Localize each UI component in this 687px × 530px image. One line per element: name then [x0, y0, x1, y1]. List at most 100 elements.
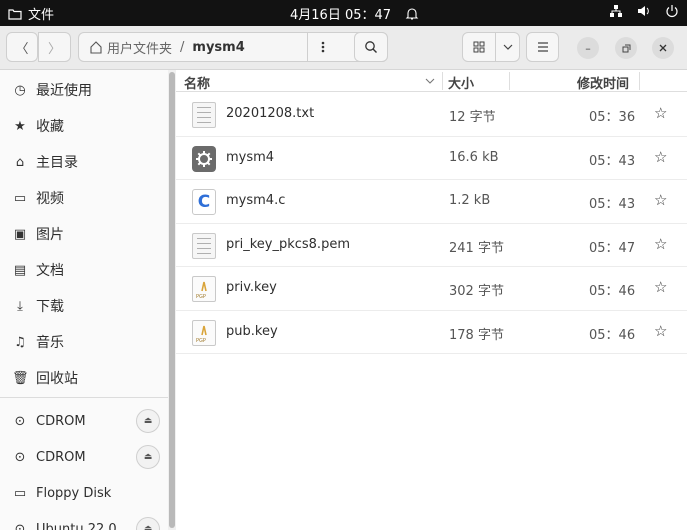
star-icon[interactable]: ☆	[654, 322, 667, 340]
main-menu-button[interactable]	[526, 32, 559, 62]
file-modified: 05：46	[589, 284, 636, 299]
sidebar-item-home[interactable]: ⌂ 主目录	[0, 144, 168, 180]
sidebar-item-label: Floppy Disk	[36, 485, 112, 501]
document-icon: ▤	[13, 262, 27, 278]
file-row[interactable]: PGP priv.key 302 字节 05：46 ☆	[176, 267, 687, 311]
sidebar-item-floppy[interactable]: ▭ Floppy Disk	[0, 475, 168, 511]
trash-icon: 🗑	[12, 370, 29, 386]
maximize-button[interactable]	[615, 37, 637, 59]
sidebar-item-label: 最近使用	[36, 83, 92, 99]
scrollbar-thumb[interactable]	[169, 72, 175, 528]
column-divider	[442, 72, 443, 90]
file-modified: 05：46	[589, 327, 636, 343]
sort-chevron-icon	[425, 78, 435, 84]
bell-icon	[405, 7, 419, 20]
network-icon	[610, 5, 622, 17]
grid-icon	[473, 41, 485, 53]
sidebar-item-ubuntu[interactable]: ⊙ Ubuntu 22.0 ⏏	[0, 511, 168, 530]
file-row[interactable]: pri_key_pkcs8.pem 241 字节 05：47 ☆	[176, 224, 687, 267]
path-menu-button[interactable]	[307, 32, 337, 62]
sidebar-item-label: Ubuntu 22.0	[36, 521, 117, 530]
header-bar: 〈 〉 用户文件夹 / mysm4 –	[0, 26, 687, 70]
video-icon: ▭	[13, 190, 27, 206]
search-button[interactable]	[354, 32, 388, 62]
file-name: mysm4	[226, 149, 275, 165]
file-row[interactable]: PGP pub.key 178 字节 05：46 ☆	[176, 311, 687, 354]
column-divider	[639, 72, 640, 90]
file-modified: 05：47	[589, 240, 636, 256]
chevron-down-icon	[503, 44, 512, 50]
file-row[interactable]: mysm4 16.6 kB 05：43 ☆	[176, 137, 687, 180]
column-size[interactable]: 大小	[448, 73, 474, 92]
sidebar: ◷ 最近使用 ★ 收藏 ⌂ 主目录 ▭ 视频 ▣ 图片 ▤ 文档 ⤓ 下载 ♫ …	[0, 70, 168, 530]
sidebar-item-cdrom-1[interactable]: ⊙ CDROM ⏏	[0, 403, 168, 439]
sidebar-item-recent[interactable]: ◷ 最近使用	[0, 72, 168, 108]
hamburger-icon	[537, 42, 548, 52]
back-button[interactable]: 〈	[6, 32, 38, 62]
disc-icon: ⊙	[14, 413, 26, 429]
sidebar-item-cdrom-2[interactable]: ⊙ CDROM ⏏	[0, 439, 168, 475]
search-icon	[365, 41, 377, 53]
key-icon	[201, 281, 207, 292]
column-name[interactable]: 名称	[184, 73, 210, 92]
minimize-button[interactable]: –	[577, 37, 599, 59]
close-button[interactable]	[652, 37, 674, 59]
key-icon	[201, 325, 207, 335]
app-name: 文件	[28, 8, 55, 23]
file-list: 名称 大小 修改时间 20201208.txt 12 字节 05：36 ☆ my…	[176, 70, 687, 530]
key-file-label: PGP	[196, 337, 206, 344]
image-icon: ▣	[13, 226, 27, 242]
activities-app-menu[interactable]: 文件	[8, 4, 54, 23]
file-size: 12 字节	[449, 110, 496, 125]
file-name: mysm4.c	[226, 193, 286, 208]
eject-button[interactable]: ⏏	[136, 409, 160, 433]
home-icon	[90, 41, 102, 54]
file-name: priv.key	[226, 280, 277, 295]
system-tray[interactable]	[609, 4, 679, 18]
datetime: 4月16日 05：47	[290, 8, 392, 23]
column-divider	[509, 72, 510, 90]
file-row[interactable]: C mysm4.c 1.2 kB 05：43 ☆	[176, 180, 687, 224]
path-home[interactable]: 用户文件夹	[89, 38, 172, 57]
view-options-button[interactable]	[495, 32, 520, 62]
path-separator: /	[180, 39, 185, 55]
close-icon	[659, 44, 667, 52]
sidebar-item-trash[interactable]: 🗑 回收站	[0, 360, 168, 396]
view-grid-button[interactable]	[462, 32, 496, 62]
star-icon[interactable]: ☆	[654, 191, 667, 209]
forward-button[interactable]: 〉	[38, 32, 71, 62]
key-file-icon: PGP	[192, 276, 216, 302]
sidebar-item-pictures[interactable]: ▣ 图片	[0, 216, 168, 252]
volume-icon	[638, 6, 649, 16]
sidebar-item-starred[interactable]: ★ 收藏	[0, 108, 168, 144]
c-source-icon: C	[192, 189, 216, 215]
power-icon	[666, 5, 678, 18]
path-home-label: 用户文件夹	[107, 41, 173, 57]
eject-button[interactable]: ⏏	[136, 517, 160, 530]
sidebar-item-music[interactable]: ♫ 音乐	[0, 324, 168, 360]
sidebar-item-downloads[interactable]: ⤓ 下载	[0, 288, 168, 324]
column-modified[interactable]: 修改时间	[577, 73, 629, 92]
clock-icon: ◷	[14, 82, 26, 98]
sidebar-item-videos[interactable]: ▭ 视频	[0, 180, 168, 216]
file-row[interactable]: 20201208.txt 12 字节 05：36 ☆	[176, 93, 687, 137]
sidebar-item-label: 回收站	[36, 371, 78, 387]
music-icon: ♫	[14, 334, 26, 350]
sidebar-item-label: 图片	[36, 227, 64, 243]
file-name: pri_key_pkcs8.pem	[226, 236, 350, 252]
download-icon: ⤓	[17, 298, 23, 314]
sidebar-item-label: 文档	[36, 263, 64, 279]
clock[interactable]: 4月16日 05：47	[290, 4, 419, 23]
sidebar-scrollbar[interactable]	[168, 70, 176, 530]
eject-button[interactable]: ⏏	[136, 445, 160, 469]
path-current[interactable]: mysm4	[192, 40, 244, 55]
star-icon[interactable]: ☆	[654, 148, 667, 166]
star-icon[interactable]: ☆	[654, 235, 667, 253]
disc-icon: ⊙	[14, 449, 26, 465]
sidebar-item-documents[interactable]: ▤ 文档	[0, 252, 168, 288]
star-icon[interactable]: ☆	[654, 278, 667, 296]
gear-icon	[196, 150, 212, 167]
sidebar-item-label: 视频	[36, 191, 64, 207]
star-icon[interactable]: ☆	[654, 104, 667, 122]
file-size: 241 字节	[449, 240, 504, 256]
